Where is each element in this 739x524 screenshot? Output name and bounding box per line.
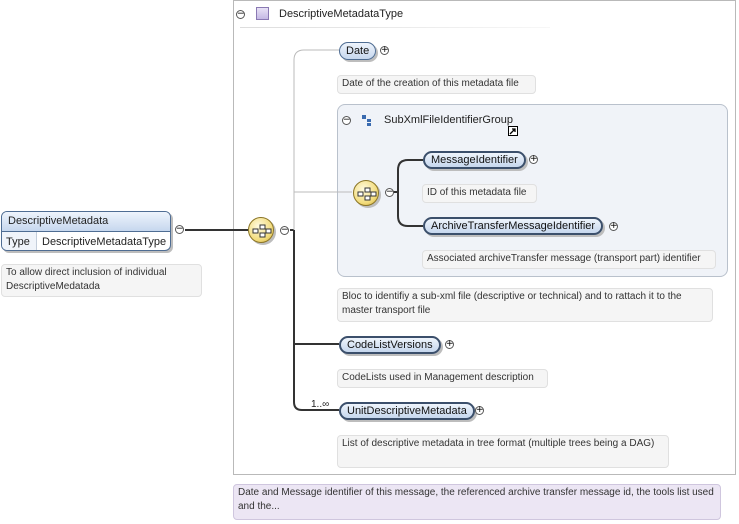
root-doc: To allow direct inclusion of individual … bbox=[1, 264, 202, 297]
expand-message-identifier-icon[interactable]: + bbox=[529, 155, 538, 164]
message-identifier-doc: ID of this metadata file bbox=[422, 184, 537, 203]
root-element-name: DescriptiveMetadata bbox=[2, 212, 170, 232]
element-archive-transfer-message-identifier[interactable]: ArchiveTransferMessageIdentifier bbox=[423, 217, 604, 235]
code-list-versions-doc: CodeLists used in Management description bbox=[337, 369, 548, 388]
element-message-identifier[interactable]: MessageIdentifier bbox=[423, 151, 526, 169]
expand-unit-descriptive-icon[interactable]: + bbox=[475, 406, 484, 415]
unit-descriptive-doc: List of descriptive metadata in tree for… bbox=[337, 435, 669, 468]
type-value: DescriptiveMetadataType bbox=[42, 236, 167, 248]
inner-sequence-icon[interactable] bbox=[353, 180, 379, 206]
occurrence-label: 1..∞ bbox=[311, 399, 330, 410]
element-date[interactable]: Date bbox=[339, 42, 377, 60]
expand-date-icon[interactable]: + bbox=[380, 46, 389, 55]
type-key: Type bbox=[2, 232, 37, 250]
root-collapse-icon[interactable]: − bbox=[175, 225, 184, 234]
inner-sequence-collapse-icon[interactable]: − bbox=[385, 188, 394, 197]
element-code-list-versions[interactable]: CodeListVersions bbox=[339, 336, 441, 354]
element-unit-descriptive-metadata[interactable]: UnitDescriptiveMetadata bbox=[339, 402, 475, 420]
root-type-row: Type DescriptiveMetadataType bbox=[2, 232, 170, 250]
sequence-icon[interactable] bbox=[248, 217, 274, 243]
sequence-collapse-icon[interactable]: − bbox=[280, 226, 289, 235]
archive-transfer-doc: Associated archiveTransfer message (tran… bbox=[422, 250, 716, 269]
group-doc: Bloc to identifiy a sub-xml file (descri… bbox=[337, 288, 713, 322]
date-doc: Date of the creation of this metadata fi… bbox=[337, 75, 536, 94]
complex-type-doc: Date and Message identifier of this mess… bbox=[233, 484, 721, 520]
root-element[interactable]: DescriptiveMetadata Type DescriptiveMeta… bbox=[1, 211, 171, 251]
expand-code-list-versions-icon[interactable]: + bbox=[445, 340, 454, 349]
expand-archive-transfer-icon[interactable]: + bbox=[609, 222, 618, 231]
